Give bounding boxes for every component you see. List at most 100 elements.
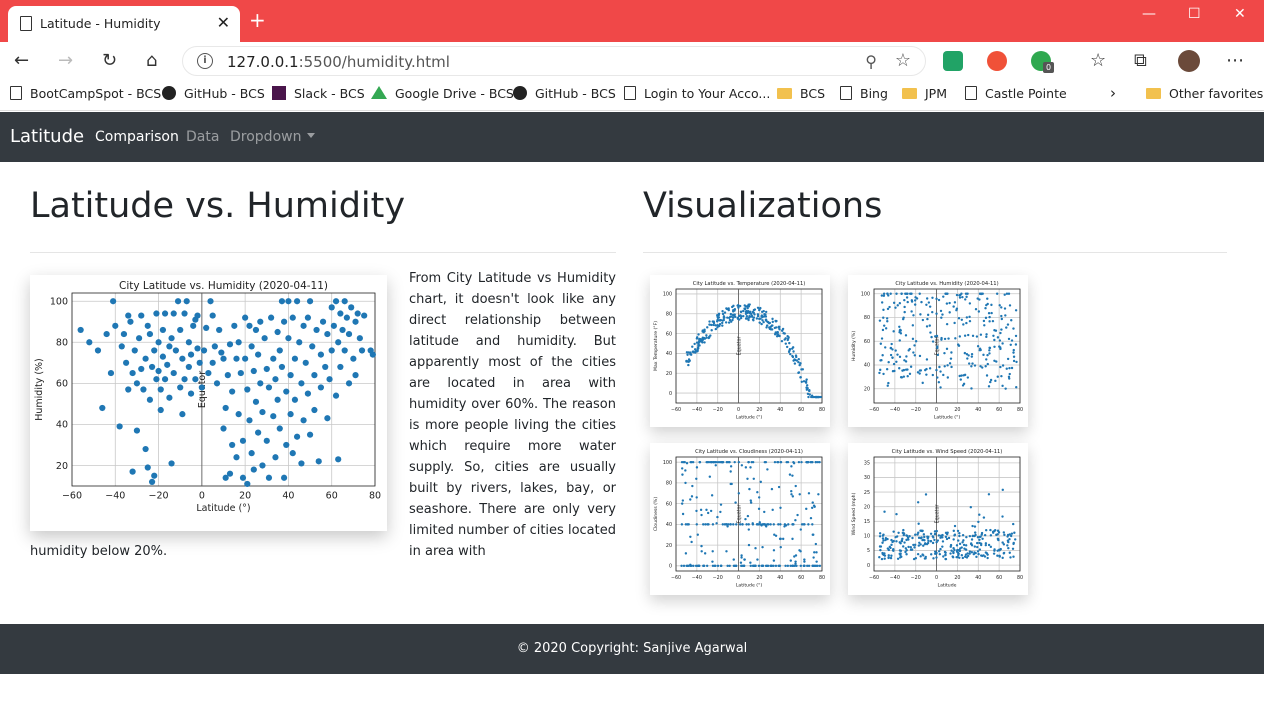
data-point — [129, 369, 136, 377]
data-point — [1001, 541, 1004, 544]
data-point — [1007, 337, 1011, 341]
nav-link-comparison[interactable]: Comparison — [95, 129, 179, 145]
data-point — [967, 333, 970, 337]
x-tick-label: 20 — [954, 407, 960, 413]
data-point — [727, 321, 731, 324]
nav-dropdown[interactable]: Dropdown — [230, 129, 316, 145]
data-point — [187, 351, 195, 358]
data-point — [120, 330, 128, 338]
data-point — [790, 493, 793, 496]
data-point — [930, 335, 933, 339]
data-point — [255, 429, 262, 436]
data-point — [684, 481, 687, 485]
chevron-right-icon[interactable]: › — [1110, 84, 1116, 102]
favorite-item[interactable]: Login to Your Acco... — [624, 86, 770, 101]
data-point — [957, 317, 961, 320]
favorites-icon[interactable]: ☆ — [1090, 50, 1106, 71]
nav-link-data[interactable]: Data — [186, 129, 219, 145]
refresh-icon[interactable]: ↻ — [102, 50, 117, 71]
favorite-item[interactable]: GitHub - BCS — [162, 86, 265, 101]
other-favorites[interactable]: Other favorites — [1146, 86, 1263, 101]
cloudiness-thumbnail[interactable]: −60 −40 −20 0 20 40 60 80 0 20 40 60 80 100 Equator Cit… — [650, 443, 830, 595]
data-point — [898, 367, 901, 370]
data-point — [1012, 355, 1016, 358]
data-point — [335, 456, 342, 463]
data-point — [931, 340, 935, 343]
data-point — [916, 371, 920, 374]
data-point — [895, 360, 898, 363]
data-point — [966, 554, 970, 558]
collections-icon[interactable]: ⧉ — [1134, 50, 1147, 71]
back-icon[interactable]: ← — [14, 50, 29, 71]
data-point — [927, 535, 930, 539]
data-point — [777, 523, 780, 526]
favorite-item[interactable]: GitHub - BCS — [513, 86, 616, 101]
data-point — [981, 537, 984, 540]
address-bar[interactable]: i 127.0.0.1:5500/humidity.html ⚲ ☆ — [182, 46, 926, 76]
data-point — [892, 539, 895, 543]
data-point — [968, 534, 972, 538]
profile-avatar[interactable] — [1178, 50, 1200, 72]
temperature-thumbnail[interactable]: −60 −40 −20 0 20 40 60 80 0 20 40 60 80 100 Equator Cit… — [650, 275, 830, 427]
favorite-item[interactable]: BCS — [777, 86, 825, 101]
data-point — [753, 564, 756, 568]
favorite-item[interactable]: Google Drive - BCS — [371, 86, 514, 101]
minimize-icon[interactable]: — — [1142, 6, 1156, 22]
swift-extension-icon[interactable] — [987, 51, 1007, 71]
data-point — [711, 550, 714, 553]
data-point — [341, 347, 348, 354]
navbar-brand[interactable]: Latitude — [10, 126, 84, 147]
forward-icon[interactable]: → — [58, 50, 73, 71]
close-tab-icon[interactable]: ✕ — [217, 13, 230, 32]
favorite-item[interactable]: Castle Pointe — [965, 86, 1067, 101]
url-text[interactable]: 127.0.0.1:5500/humidity.html — [227, 53, 450, 71]
data-point — [964, 555, 967, 558]
data-point — [1006, 323, 1010, 326]
x-tick-label: −20 — [911, 407, 921, 413]
window-close-icon[interactable]: ✕ — [1234, 6, 1246, 22]
extension-icon[interactable] — [943, 51, 963, 71]
data-point — [963, 351, 967, 355]
data-point — [722, 318, 726, 322]
favorite-item[interactable]: BootCampSpot - BCS — [10, 86, 161, 101]
data-point — [772, 549, 776, 552]
favorite-star-icon[interactable]: ☆ — [895, 50, 911, 71]
data-point — [885, 368, 889, 371]
humidity-thumbnail[interactable]: −60−40−2002040608020406080100EquatorCity… — [848, 275, 1028, 427]
data-point — [705, 334, 708, 337]
data-point — [810, 460, 813, 464]
data-point — [1008, 366, 1011, 370]
favorite-item[interactable]: JPM — [902, 86, 947, 101]
data-point — [919, 555, 922, 558]
data-point — [791, 355, 795, 359]
x-tick-label: −40 — [692, 407, 702, 413]
data-point — [803, 523, 806, 526]
favorite-item[interactable]: Bing — [840, 86, 888, 101]
zoom-icon[interactable]: ⚲ — [865, 52, 877, 71]
data-point — [910, 300, 914, 303]
data-point — [726, 564, 729, 568]
data-point — [237, 369, 244, 377]
maximize-icon[interactable]: ☐ — [1188, 6, 1201, 22]
wind-speed-thumbnail[interactable]: −60 −40 −20 0 20 40 60 80 0 5 10 15 20 25 30 35 Equator C… — [848, 443, 1028, 595]
x-tick-label: 60 — [326, 491, 338, 502]
browser-tab[interactable]: Latitude - Humidity ✕ — [8, 6, 240, 42]
data-point — [773, 460, 777, 464]
data-point — [774, 319, 777, 323]
home-icon[interactable]: ⌂ — [146, 50, 157, 71]
data-point — [712, 460, 715, 464]
data-point — [976, 541, 979, 545]
info-icon[interactable]: i — [197, 53, 213, 69]
shield-extension-icon[interactable]: 0 — [1031, 51, 1054, 73]
data-point — [771, 320, 774, 324]
y-tick-label: 30 — [864, 475, 870, 481]
more-menu-icon[interactable]: ⋯ — [1226, 50, 1244, 71]
data-point — [815, 560, 818, 563]
data-point — [958, 296, 962, 299]
data-point — [1011, 547, 1015, 551]
equator-label: Equator — [736, 505, 742, 524]
favorite-item[interactable]: Slack - BCS — [272, 86, 365, 101]
y-axis-label: Max Temperature (°F) — [653, 321, 659, 371]
new-tab-icon[interactable]: + — [249, 10, 266, 30]
x-tick-label: 0 — [935, 407, 938, 413]
